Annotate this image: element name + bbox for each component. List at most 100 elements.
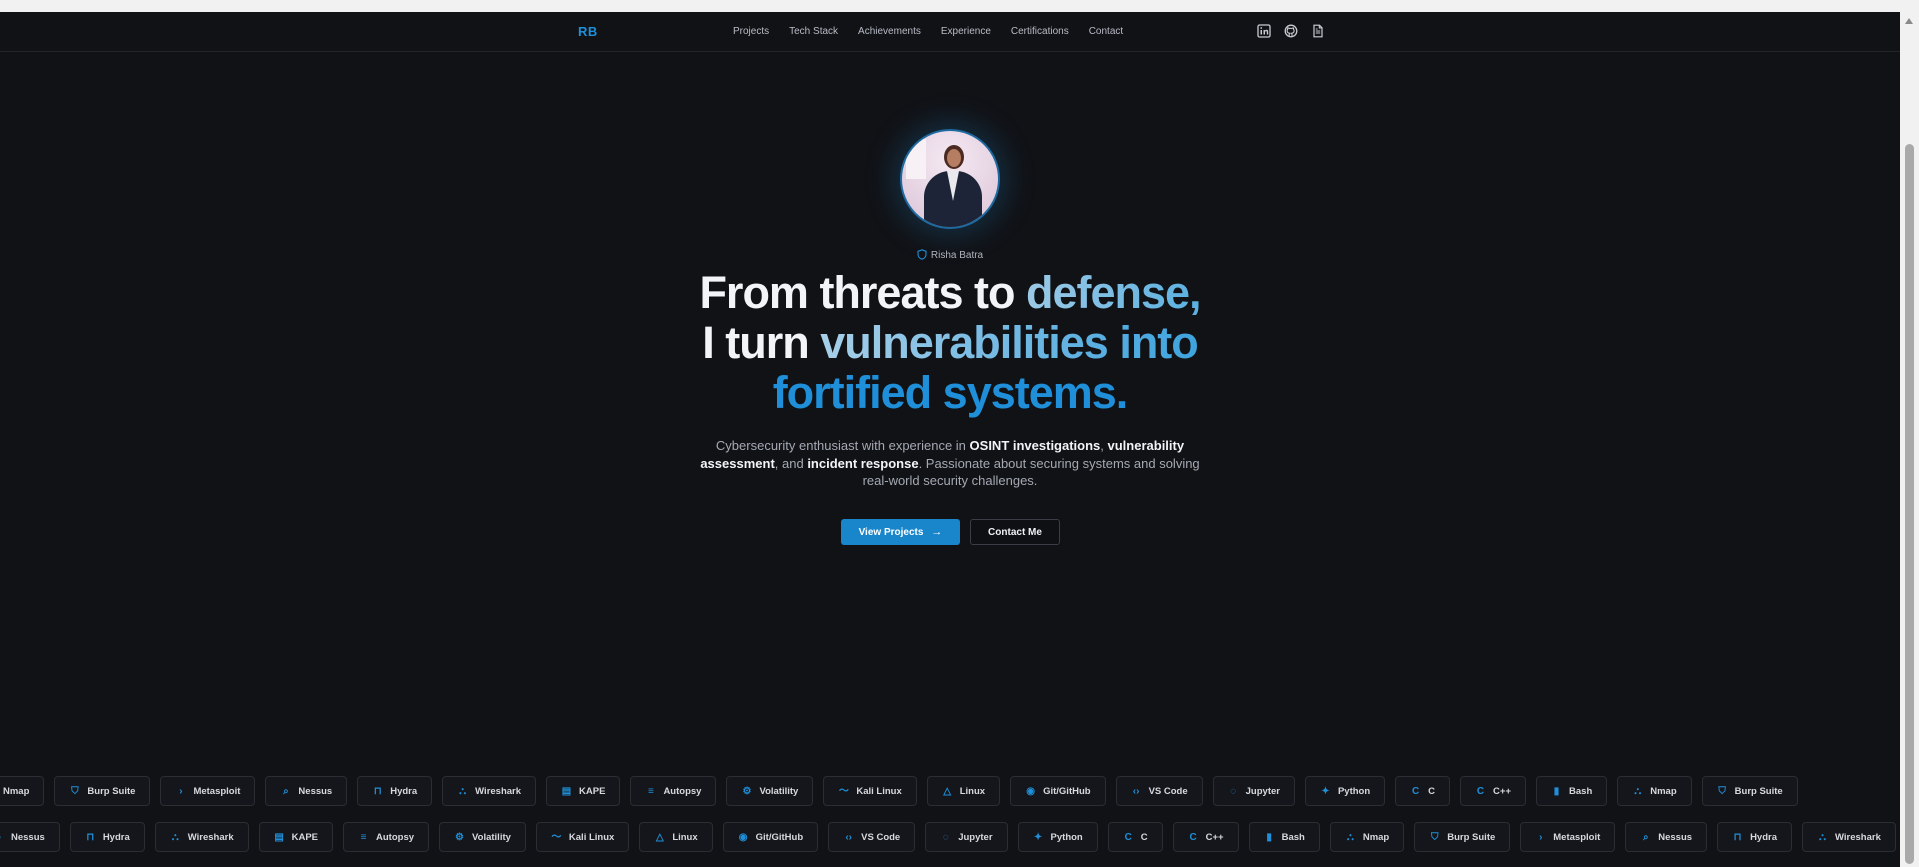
tech-chip-label: Metasploit (193, 785, 241, 797)
tech-chip-label: VS Code (1148, 785, 1188, 797)
tech-chip-label: Hydra (102, 831, 130, 843)
tech-chip-vs-code: ‹› VS Code (828, 822, 916, 852)
contact-me-button[interactable]: Contact Me (970, 519, 1060, 545)
wireshark-icon: ⛬ (171, 831, 179, 843)
nav-link-certifications[interactable]: Certifications (1011, 26, 1069, 37)
autopsy-icon: ≡ (360, 831, 367, 843)
metasploit-icon: › (1539, 831, 1543, 843)
headline-line1-accent: defense, (1025, 267, 1202, 318)
tech-chip-label: Git/GitHub (1043, 785, 1091, 797)
tech-chip-nessus: ⌕ Nessus (0, 822, 60, 852)
tech-chip-label: Nmap (1362, 831, 1390, 843)
git-github-icon: ◉ (738, 831, 748, 843)
tech-chip-label: KAPE (579, 785, 606, 797)
resume-icon[interactable] (1311, 24, 1325, 38)
tech-chip-c: C C++ (1172, 822, 1239, 852)
bash-icon: ▮ (1266, 831, 1272, 843)
site-logo[interactable]: RB (578, 24, 598, 39)
nav-links: Projects Tech Stack Achievements Experie… (733, 26, 1143, 37)
linkedin-icon[interactable] (1257, 24, 1271, 38)
tech-chip-label: Nessus (298, 785, 333, 797)
tech-chip-wireshark: ⛬ Wireshark (442, 776, 537, 806)
nessus-icon: ⌕ (0, 832, 4, 843)
nessus-icon: ⌕ (283, 785, 289, 797)
tech-chip-label: Wireshark (187, 831, 234, 843)
tech-chip-hydra: ⊓ Hydra (357, 776, 433, 806)
tech-chip-burp-suite: ⛉ Burp Suite (1701, 776, 1798, 806)
tech-chip-label: Jupyter (958, 831, 993, 843)
tech-chip-jupyter: ◌ Jupyter (1212, 776, 1295, 806)
tech-chip-wireshark: ⛬ Wireshark (154, 822, 249, 852)
nav-link-experience[interactable]: Experience (941, 26, 991, 37)
tech-chip-linux: △ Linux (639, 822, 713, 852)
scroll-up-arrow-icon[interactable] (1905, 18, 1913, 24)
tech-chip-jupyter: ◌ Jupyter (925, 822, 1008, 852)
tech-chip-label: Nmap (3, 785, 30, 797)
tech-chip-label: Hydra (1750, 831, 1777, 843)
contact-me-label: Contact Me (988, 526, 1042, 538)
tech-chip-label: Wireshark (475, 785, 522, 797)
tech-chip-c: CC (1395, 776, 1451, 806)
autopsy-icon: ≡ (648, 785, 654, 797)
nav-link-contact[interactable]: Contact (1089, 26, 1123, 37)
volatility-icon: ⚙ (742, 785, 752, 797)
headline-line2-white: I turn (702, 317, 821, 368)
tech-chip-linux: △ Linux (926, 776, 1001, 806)
hydra-icon: ⊓ (86, 831, 95, 843)
hero-headline: From threats to defense, I turn vulnerab… (0, 268, 1900, 418)
headline-line3-accent: fortified systems. (772, 367, 1129, 418)
bash-icon: ▮ (1553, 785, 1560, 797)
nav-link-projects[interactable]: Projects (733, 26, 769, 37)
vs-code-icon: ‹› (845, 831, 852, 843)
c-icon: C (1476, 785, 1485, 797)
c-icon: C (1189, 831, 1197, 843)
c-icon: C (1124, 831, 1132, 843)
tech-chip-label: Burp Suite (87, 785, 136, 797)
hero-subtext: Cybersecurity enthusiast with experience… (700, 437, 1200, 490)
shield-icon (917, 249, 927, 263)
volatility-icon: ⚙ (455, 831, 464, 843)
burp-suite-icon: ⛉ (1430, 831, 1439, 843)
tech-marquee-row-2: ⌕ Nessus ⊓ Hydra ⛬ Wireshark ▤ KAPE ≡ Autopsy ⚙ Vol… (0, 822, 1900, 852)
tech-chip-label: Python (1337, 785, 1371, 797)
tech-chip-label: Linux (959, 785, 986, 797)
nav-link-tech-stack[interactable]: Tech Stack (789, 26, 838, 37)
tech-chip-label: Autopsy (376, 831, 415, 843)
tech-chip-label: Hydra (390, 785, 418, 797)
vs-code-icon: ‹› (1132, 785, 1140, 797)
nav-link-achievements[interactable]: Achievements (858, 26, 921, 37)
tech-chip-label: C (1140, 831, 1148, 843)
page-scrollbar[interactable] (1900, 12, 1919, 867)
hydra-icon: ⊓ (1733, 831, 1742, 843)
tech-chip-label: Git/GitHub (755, 831, 804, 843)
view-projects-label: View Projects (858, 526, 924, 538)
github-icon[interactable] (1284, 24, 1298, 38)
tech-chip-metasploit: › Metasploit (1520, 822, 1616, 852)
python-icon: ✦ (1033, 831, 1043, 843)
tech-chip-label: Bash (1569, 785, 1593, 797)
burp-suite-icon: ⛉ (1718, 785, 1726, 797)
wireshark-icon: ⛬ (459, 785, 467, 797)
tech-chip-hydra: ⊓ Hydra (1717, 822, 1792, 852)
wireshark-icon: ⛬ (1819, 831, 1826, 843)
tech-chip-c: C C++ (1460, 776, 1527, 806)
tech-chip-label: Nmap (1650, 785, 1677, 797)
tech-chip-label: Autopsy (663, 785, 702, 797)
scroll-thumb[interactable] (1905, 144, 1914, 864)
tech-chip-burp-suite: ⛉ Burp Suite (1414, 822, 1511, 852)
subtext-part: , (1100, 438, 1108, 453)
tech-chip-git-github: ◉ Git/GitHub (1010, 776, 1106, 806)
tech-chip-kape: ▤ KAPE (546, 776, 621, 806)
tech-chip-label: Kali Linux (856, 785, 902, 797)
nessus-icon: ⌕ (1642, 831, 1649, 843)
tech-chip-bash: ▮ Bash (1536, 776, 1608, 806)
browser-top-strip (0, 0, 1919, 12)
tech-chip-label: Nessus (1658, 831, 1693, 843)
headline-line2-accent: vulnerabilities into (820, 317, 1199, 368)
kali-linux-icon: 〜 (838, 785, 849, 797)
tech-chip-metasploit: › Metasploit (160, 776, 256, 806)
tech-chip-label: C++ (1205, 831, 1224, 843)
tech-chip-nmap: ⛬ Nmap (1329, 822, 1405, 852)
view-projects-button[interactable]: View Projects → (841, 519, 960, 545)
tech-chip-nmap: ⛬ Nmap (1617, 776, 1692, 806)
